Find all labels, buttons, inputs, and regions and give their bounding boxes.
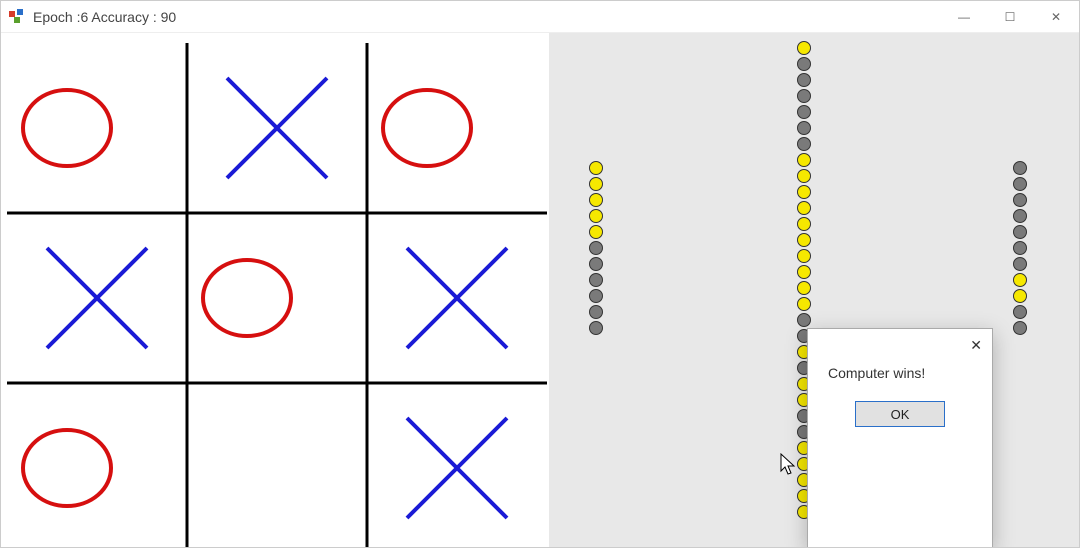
neuron xyxy=(797,137,811,151)
neuron xyxy=(1013,225,1027,239)
neuron xyxy=(1013,321,1027,335)
neuron xyxy=(797,185,811,199)
board-cell-1-0[interactable] xyxy=(7,213,187,383)
neuron xyxy=(797,73,811,87)
neuron xyxy=(1013,161,1027,175)
board-cell-2-1[interactable] xyxy=(187,383,367,547)
board-cell-1-1[interactable] xyxy=(187,213,367,383)
neuron xyxy=(797,265,811,279)
ok-button[interactable]: OK xyxy=(855,401,945,427)
neuron xyxy=(797,233,811,247)
board-cell-0-0[interactable] xyxy=(7,43,187,213)
window-title: Epoch :6 Accuracy : 90 xyxy=(33,9,176,25)
neuron xyxy=(797,297,811,311)
neuron xyxy=(797,105,811,119)
neuron xyxy=(797,281,811,295)
board-svg xyxy=(7,43,547,547)
board-cell-0-1[interactable] xyxy=(187,43,367,213)
close-button[interactable]: ✕ xyxy=(1033,1,1079,33)
neuron xyxy=(1013,177,1027,191)
neuron xyxy=(589,225,603,239)
neuron xyxy=(589,241,603,255)
app-window: Epoch :6 Accuracy : 90 — ☐ ✕ ✕ Computer … xyxy=(0,0,1080,548)
neural-net-panel: ✕ Computer wins! OK xyxy=(549,33,1079,547)
neuron xyxy=(589,273,603,287)
board-cell-0-2[interactable] xyxy=(367,43,547,213)
titlebar: Epoch :6 Accuracy : 90 — ☐ ✕ xyxy=(1,1,1079,33)
neuron xyxy=(797,89,811,103)
neuron xyxy=(1013,289,1027,303)
neuron xyxy=(589,161,603,175)
neuron xyxy=(589,193,603,207)
neuron xyxy=(589,305,603,319)
nn-layer-2 xyxy=(1013,161,1027,337)
neuron xyxy=(589,257,603,271)
neuron xyxy=(797,121,811,135)
neuron xyxy=(797,249,811,263)
board-cell-1-2[interactable] xyxy=(367,213,547,383)
neuron xyxy=(589,209,603,223)
neuron xyxy=(1013,257,1027,271)
neuron xyxy=(589,289,603,303)
cursor-icon xyxy=(780,453,798,477)
neuron xyxy=(1013,305,1027,319)
maximize-button[interactable]: ☐ xyxy=(987,1,1033,33)
content-area: ✕ Computer wins! OK xyxy=(1,33,1079,547)
neuron xyxy=(589,321,603,335)
board-cell-2-0[interactable] xyxy=(7,383,187,547)
neuron xyxy=(797,313,811,327)
dialog-close-icon[interactable]: ✕ xyxy=(970,337,982,354)
neuron xyxy=(1013,241,1027,255)
neuron xyxy=(797,217,811,231)
neuron xyxy=(797,201,811,215)
minimize-button[interactable]: — xyxy=(941,1,987,33)
neuron xyxy=(1013,209,1027,223)
neuron xyxy=(797,153,811,167)
game-board xyxy=(1,33,549,547)
result-dialog: ✕ Computer wins! OK xyxy=(807,328,993,547)
board-cell-2-2[interactable] xyxy=(367,383,547,547)
neuron xyxy=(1013,193,1027,207)
neuron xyxy=(797,41,811,55)
neuron xyxy=(797,57,811,71)
neuron xyxy=(797,169,811,183)
dialog-message: Computer wins! xyxy=(808,329,992,401)
neuron xyxy=(1013,273,1027,287)
neuron xyxy=(589,177,603,191)
app-icon xyxy=(9,9,25,25)
nn-layer-0 xyxy=(589,161,603,337)
